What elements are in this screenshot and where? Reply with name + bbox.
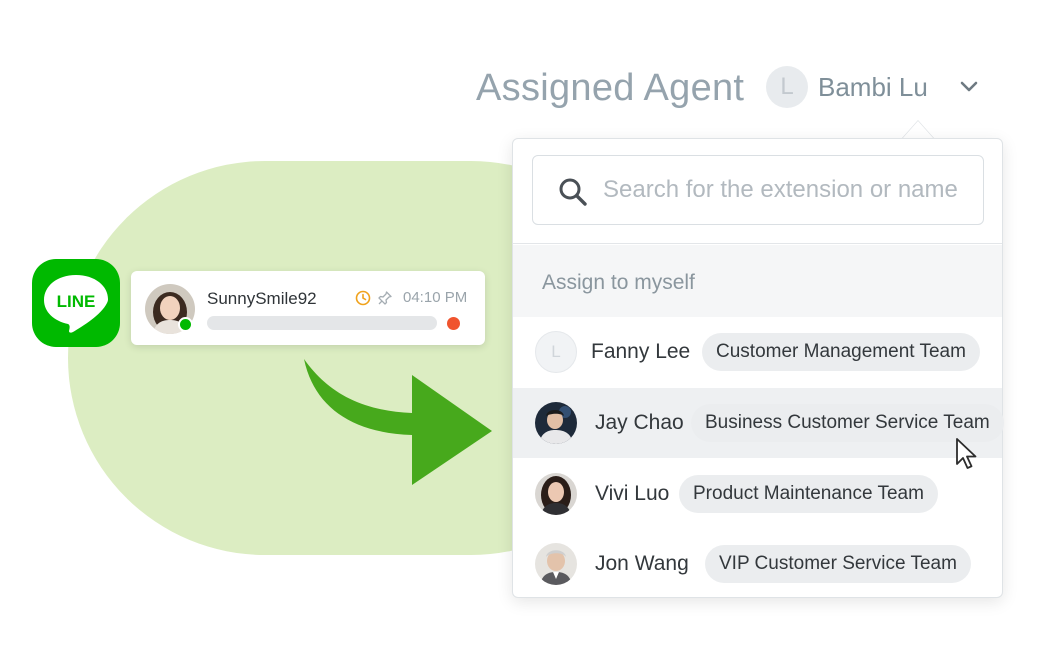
agent-name: Jon Wang <box>595 552 689 575</box>
assigned-agent-title: Assigned Agent <box>476 66 745 109</box>
search-input[interactable] <box>603 168 973 212</box>
pin-icon[interactable] <box>377 290 393 306</box>
line-logo-text: LINE <box>57 292 96 311</box>
agent-option-jon-wang[interactable]: Jon Wang VIP Customer Service Team <box>513 529 1002 599</box>
mouse-cursor-icon <box>956 438 977 469</box>
chat-meta: 04:10 PM <box>355 289 467 306</box>
agent-option-fanny-lee[interactable]: L Fanny Lee Customer Management Team <box>513 317 1002 387</box>
assigned-agent-name: Bambi Lu <box>818 72 928 102</box>
assign-to-myself-option[interactable]: Assign to myself <box>513 245 1002 317</box>
agent-avatar <box>535 543 577 585</box>
agent-avatar: L <box>766 66 808 108</box>
customer-name: SunnySmile92 <box>207 289 317 308</box>
chat-card[interactable]: SunnySmile92 04:10 PM <box>131 271 485 345</box>
agent-avatar <box>535 402 577 444</box>
chevron-down-icon[interactable] <box>956 74 982 100</box>
line-logo: LINE <box>32 259 120 347</box>
agent-option-vivi-luo[interactable]: Vivi Luo Product Maintenance Team <box>513 459 1002 529</box>
assigned-agent-header: Assigned Agent L Bambi Lu <box>476 60 978 116</box>
line-channel-badge <box>178 317 193 332</box>
agent-name: Jay Chao <box>595 411 684 434</box>
search-box[interactable] <box>532 155 984 225</box>
agent-avatar <box>535 473 577 515</box>
agent-option-jay-chao[interactable]: Jay Chao Business Customer Service Team <box>513 388 1004 458</box>
transfer-arrow-icon <box>304 359 492 485</box>
dropdown-caret <box>902 121 934 139</box>
agent-avatar: L <box>535 331 577 373</box>
clock-icon <box>355 290 371 305</box>
team-badge: VIP Customer Service Team <box>705 545 971 583</box>
assign-to-myself-label: Assign to myself <box>542 271 695 294</box>
agent-name: Vivi Luo <box>595 482 670 505</box>
search-icon <box>559 178 587 206</box>
agent-dropdown: Assign to myself L Fanny Lee Customer Ma… <box>512 138 1004 599</box>
unread-indicator <box>447 317 460 330</box>
agent-name: Fanny Lee <box>591 340 691 363</box>
chat-time: 04:10 PM <box>403 289 468 306</box>
message-preview-placeholder <box>207 316 437 330</box>
line-bubble-icon: LINE <box>44 275 108 333</box>
search-area <box>513 139 1002 244</box>
team-badge: Customer Management Team <box>702 333 980 371</box>
team-badge: Product Maintenance Team <box>679 475 938 513</box>
